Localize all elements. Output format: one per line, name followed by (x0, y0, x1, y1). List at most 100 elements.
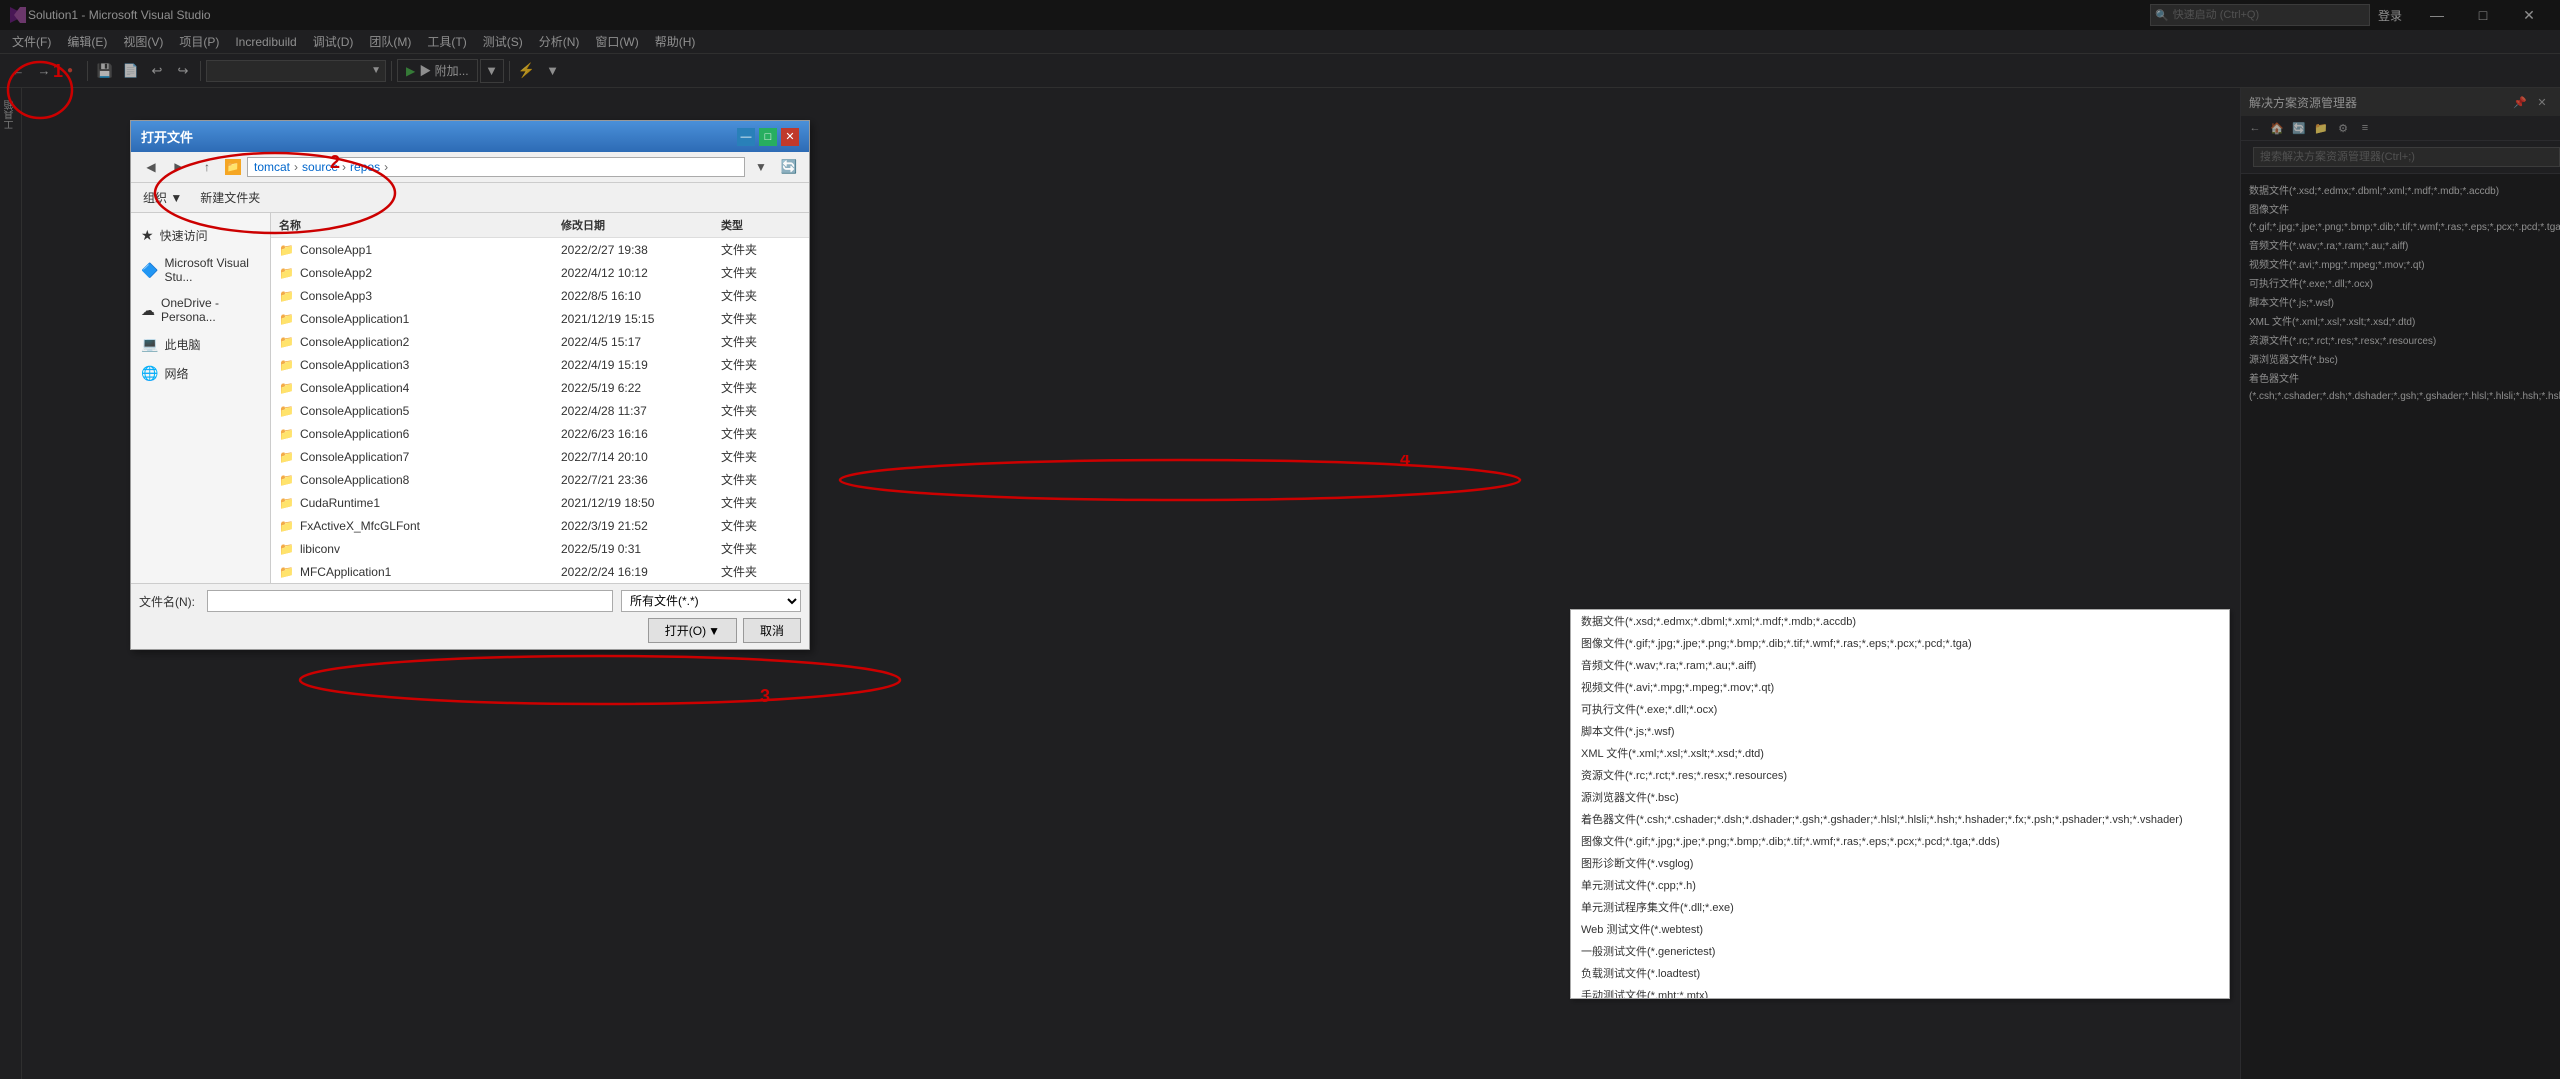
dialog-body: ★快速访问🔷Microsoft Visual Stu...☁OneDrive -… (131, 213, 809, 583)
file-date: 2022/7/14 20:10 (561, 450, 721, 464)
dialog-bottom: 文件名(N): 所有文件(*.*) 打开(O) ▼ 取消 (131, 583, 809, 649)
file-type-item[interactable]: 可执行文件(*.exe;*.dll;*.ocx) (1571, 698, 2229, 720)
folder-icon: 📁 (279, 519, 294, 533)
file-type-item[interactable]: 图形诊断文件(*.vsglog) (1571, 852, 2229, 874)
file-item[interactable]: 📁CudaRuntime12021/12/19 18:50文件夹 (271, 491, 809, 514)
dialog-sidebar-item[interactable]: 💻 此电脑 (131, 330, 270, 359)
filetype-select[interactable]: 所有文件(*.*) (621, 590, 801, 612)
file-type-item[interactable]: 一般测试文件(*.generictest) (1571, 940, 2229, 962)
file-date: 2022/4/19 15:19 (561, 358, 721, 372)
file-type-item[interactable]: 着色器文件(*.csh;*.cshader;*.dsh;*.dshader;*.… (1571, 808, 2229, 830)
sidebar-item-label: OneDrive - Persona... (161, 296, 260, 324)
file-date: 2022/4/5 15:17 (561, 335, 721, 349)
file-date: 2021/12/19 18:50 (561, 496, 721, 510)
file-date: 2022/8/5 16:10 (561, 289, 721, 303)
file-type-dropdown[interactable]: 数据文件(*.xsd;*.edmx;*.dbml;*.xml;*.mdf;*.m… (1570, 609, 2230, 999)
sidebar-item-label: 此电脑 (164, 336, 200, 353)
file-list-header: 名称 修改日期 类型 (271, 213, 809, 238)
open-button[interactable]: 打开(O) ▼ (648, 618, 737, 643)
dialog-path-dropdown[interactable]: ▼ (749, 156, 773, 178)
file-type: 文件夹 (721, 310, 801, 327)
file-name: 📁ConsoleApplication8 (279, 473, 561, 487)
folder-icon: 📁 (279, 266, 294, 280)
file-item[interactable]: 📁ConsoleApplication82022/7/21 23:36文件夹 (271, 468, 809, 491)
folder-icon: 📁 (279, 565, 294, 579)
file-type-item[interactable]: Web 测试文件(*.webtest) (1571, 918, 2229, 940)
file-item[interactable]: 📁ConsoleApplication62022/6/23 16:16文件夹 (271, 422, 809, 445)
folder-icon: 📁 (279, 243, 294, 257)
file-item[interactable]: 📁ConsoleApplication52022/4/28 11:37文件夹 (271, 399, 809, 422)
col-date[interactable]: 修改日期 (561, 217, 721, 233)
file-item[interactable]: 📁ConsoleApplication72022/7/14 20:10文件夹 (271, 445, 809, 468)
dialog-title-bar: 打开文件 — □ ✕ (131, 121, 809, 152)
dialog-sidebar: ★快速访问🔷Microsoft Visual Stu...☁OneDrive -… (131, 213, 271, 583)
path-part-tomcat[interactable]: tomcat (254, 160, 290, 174)
dialog-path-bar: tomcat › source › repos › (247, 157, 745, 177)
file-date: 2022/5/19 0:31 (561, 542, 721, 556)
file-type-item[interactable]: 图像文件(*.gif;*.jpg;*.jpe;*.png;*.bmp;*.dib… (1571, 830, 2229, 852)
dialog-maximize[interactable]: □ (759, 128, 777, 146)
file-item[interactable]: 📁libiconv2022/5/19 0:31文件夹 (271, 537, 809, 560)
dialog-sidebar-item[interactable]: ☁OneDrive - Persona... (131, 290, 270, 330)
file-item[interactable]: 📁MFCApplication12022/2/24 16:19文件夹 (271, 560, 809, 583)
file-item[interactable]: 📁ConsoleApplication12021/12/19 15:15文件夹 (271, 307, 809, 330)
file-type-item[interactable]: 单元测试文件(*.cpp;*.h) (1571, 874, 2229, 896)
dialog-nav-bar: ◀ ▶ ↑ 📁 tomcat › source › repos › ▼ 🔄 (131, 152, 809, 183)
dialog-file-list: 📁ConsoleApp12022/2/27 19:38文件夹📁ConsoleAp… (271, 238, 809, 583)
file-item[interactable]: 📁ConsoleApplication42022/5/19 6:22文件夹 (271, 376, 809, 399)
file-name: 📁ConsoleApp3 (279, 289, 561, 303)
organize-button[interactable]: 组织 ▼ (139, 187, 186, 208)
file-type: 文件夹 (721, 356, 801, 373)
dialog-close[interactable]: ✕ (781, 128, 799, 146)
file-type-item[interactable]: 源浏览器文件(*.bsc) (1571, 786, 2229, 808)
dialog-forward-btn[interactable]: ▶ (167, 156, 191, 178)
file-item[interactable]: 📁ConsoleApp32022/8/5 16:10文件夹 (271, 284, 809, 307)
path-part-repos[interactable]: repos (350, 160, 380, 174)
file-name: 📁ConsoleApplication1 (279, 312, 561, 326)
dialog-sidebar-item[interactable]: 🔷Microsoft Visual Stu... (131, 250, 270, 290)
file-type: 文件夹 (721, 517, 801, 534)
dialog-sidebar-item[interactable]: 🌐网络 (131, 359, 270, 388)
path-part-source[interactable]: source (302, 160, 338, 174)
dialog-up-btn[interactable]: ↑ (195, 156, 219, 178)
file-type-item[interactable]: 脚本文件(*.js;*.wsf) (1571, 720, 2229, 742)
dialog-title-text: 打开文件 (141, 127, 193, 146)
file-type-item[interactable]: XML 文件(*.xml;*.xsl;*.xslt;*.xsd;*.dtd) (1571, 742, 2229, 764)
file-item[interactable]: 📁FxActiveX_MfcGLFont2022/3/19 21:52文件夹 (271, 514, 809, 537)
folder-icon: 📁 (279, 404, 294, 418)
file-type-item[interactable]: 音频文件(*.wav;*.ra;*.ram;*.au;*.aiff) (1571, 654, 2229, 676)
folder-icon: 📁 (279, 381, 294, 395)
file-type-item[interactable]: 资源文件(*.rc;*.rct;*.res;*.resx;*.resources… (1571, 764, 2229, 786)
dialog-sidebar-item[interactable]: ★快速访问 (131, 221, 270, 250)
file-type-item[interactable]: 图像文件(*.gif;*.jpg;*.jpe;*.png;*.bmp;*.dib… (1571, 632, 2229, 654)
file-date: 2022/5/19 6:22 (561, 381, 721, 395)
file-item[interactable]: 📁ConsoleApplication22022/4/5 15:17文件夹 (271, 330, 809, 353)
dialog-actions-bar: 组织 ▼ 新建文件夹 (131, 183, 809, 213)
dialog-buttons-row: 打开(O) ▼ 取消 (139, 618, 801, 643)
col-type[interactable]: 类型 (721, 217, 801, 233)
file-item[interactable]: 📁ConsoleApp12022/2/27 19:38文件夹 (271, 238, 809, 261)
file-name: 📁ConsoleApp2 (279, 266, 561, 280)
file-item[interactable]: 📁ConsoleApplication32022/4/19 15:19文件夹 (271, 353, 809, 376)
file-type: 文件夹 (721, 379, 801, 396)
new-folder-button[interactable]: 新建文件夹 (196, 187, 264, 208)
filename-input[interactable] (207, 590, 613, 612)
file-date: 2022/4/28 11:37 (561, 404, 721, 418)
file-item[interactable]: 📁ConsoleApp22022/4/12 10:12文件夹 (271, 261, 809, 284)
folder-icon: 📁 (225, 159, 241, 175)
sidebar-icon: 💻 (141, 336, 158, 353)
dialog-back-btn[interactable]: ◀ (139, 156, 163, 178)
file-type-item[interactable]: 单元测试程序集文件(*.dll;*.exe) (1571, 896, 2229, 918)
dialog-minimize[interactable]: — (737, 128, 755, 146)
col-name[interactable]: 名称 (279, 217, 561, 233)
file-type: 文件夹 (721, 471, 801, 488)
cancel-button[interactable]: 取消 (743, 618, 801, 643)
file-type: 文件夹 (721, 402, 801, 419)
file-type: 文件夹 (721, 241, 801, 258)
file-date: 2022/2/24 16:19 (561, 565, 721, 579)
file-type-item[interactable]: 视频文件(*.avi;*.mpg;*.mpeg;*.mov;*.qt) (1571, 676, 2229, 698)
file-type-item[interactable]: 数据文件(*.xsd;*.edmx;*.dbml;*.xml;*.mdf;*.m… (1571, 610, 2229, 632)
file-type-item[interactable]: 手动测试文件(*.mht;*.mtx) (1571, 984, 2229, 999)
file-type-item[interactable]: 负载测试文件(*.loadtest) (1571, 962, 2229, 984)
dialog-refresh[interactable]: 🔄 (777, 156, 801, 178)
